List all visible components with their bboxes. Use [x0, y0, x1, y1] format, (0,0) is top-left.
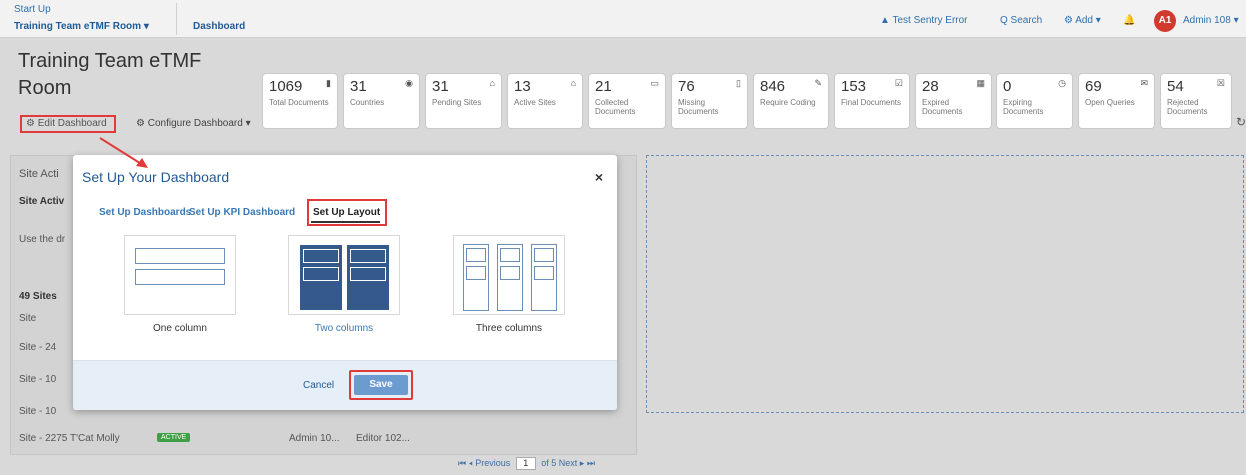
annotation-arrow-icon [99, 137, 148, 168]
